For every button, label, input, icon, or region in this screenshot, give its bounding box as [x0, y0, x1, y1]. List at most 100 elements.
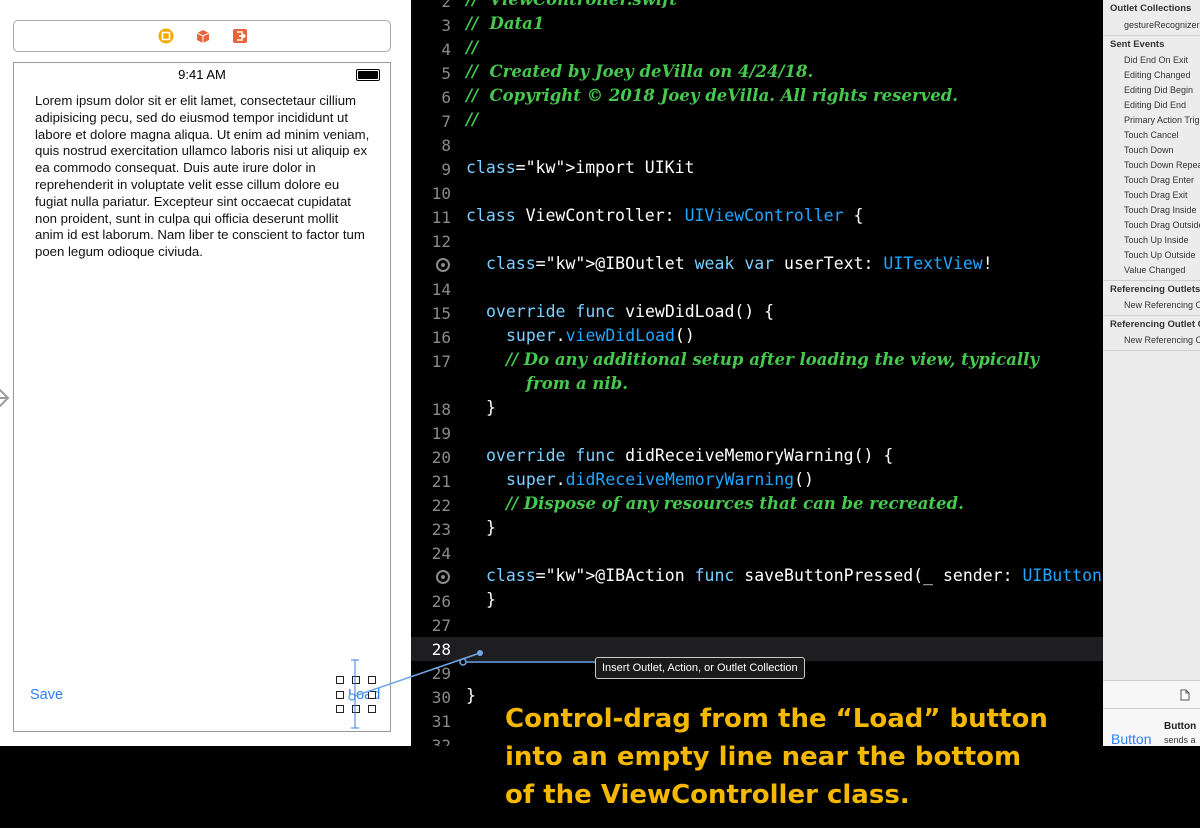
file-template-icon[interactable] [1180, 689, 1190, 701]
line-number: 21 [431, 472, 451, 491]
sent-events-header: Sent Events [1110, 39, 1165, 50]
sent-event-item[interactable]: Touch Drag Exit [1124, 190, 1188, 200]
selection-handle[interactable] [336, 705, 344, 713]
sent-event-item[interactable]: Primary Action Triggered [1124, 115, 1200, 125]
outlet-connection-circle-icon[interactable] [436, 258, 450, 272]
sent-event-item[interactable]: Touch Cancel [1124, 130, 1179, 140]
sent-event-item[interactable]: Touch Up Outside [1124, 250, 1196, 260]
action-connection-circle-icon[interactable] [436, 570, 450, 584]
code-line-iboutlet: class="kw">@IBOutlet weak var userText: … [486, 254, 993, 273]
outlet-collections-header: Outlet Collections [1110, 3, 1192, 14]
tutorial-caption: Control-drag from the “Load” button into… [505, 700, 1105, 814]
exit-icon[interactable] [232, 28, 248, 44]
divider [1103, 280, 1200, 281]
new-referencing-outlet[interactable]: New Referencing Outlet [1124, 300, 1200, 310]
caption-line: Control-drag from the “Load” button [505, 704, 1048, 734]
connections-inspector: Outlet Collections gestureRecognizers Se… [1103, 0, 1200, 746]
line-number: 11 [431, 208, 451, 227]
new-referencing-outlet-collection[interactable]: New Referencing Outlet Collection [1124, 335, 1200, 345]
line-number-current: 28 [431, 640, 451, 659]
code-line-brace: } [486, 398, 496, 417]
sent-event-item[interactable]: Touch Drag Enter [1124, 175, 1194, 185]
line-number: 3 [441, 16, 451, 35]
sent-event-item[interactable]: Touch Down Repeat [1124, 160, 1200, 170]
code-line-comment: // Copyright © 2018 Joey deVilla. All ri… [466, 86, 959, 105]
sent-event-item[interactable]: Value Changed [1124, 265, 1185, 275]
line-number: 16 [431, 328, 451, 347]
line-number: 15 [431, 304, 451, 323]
code-line-comment: // ViewController.swift [466, 0, 677, 9]
library-item-title: Button [1164, 721, 1197, 732]
line-number: 17 [431, 352, 451, 371]
referencing-outlets-header: Referencing Outlets [1110, 284, 1200, 295]
sent-event-item[interactable]: Did End On Exit [1124, 55, 1188, 65]
selection-handle[interactable] [352, 705, 360, 713]
sent-event-item[interactable]: Touch Drag Outside [1124, 220, 1200, 230]
line-number: 24 [431, 544, 451, 563]
object-library-panel: Button Button sends a [1103, 680, 1200, 746]
code-line-comment: // Dispose of any resources that can be … [506, 494, 964, 513]
line-number: 27 [431, 616, 451, 635]
divider [1103, 708, 1200, 709]
sent-event-item[interactable]: Touch Down [1124, 145, 1174, 155]
sent-event-item[interactable]: Editing Changed [1124, 70, 1191, 80]
user-text-view[interactable]: Lorem ipsum dolor sit er elit lamet, con… [35, 93, 370, 261]
code-line-brace: } [486, 518, 496, 537]
line-number: 10 [431, 184, 451, 203]
selection-handle[interactable] [336, 676, 344, 684]
initial-view-controller-arrow-icon [0, 388, 10, 408]
view-controller-icon[interactable] [158, 28, 174, 44]
line-number: 23 [431, 520, 451, 539]
code-line-import: class="kw">import UIKit [466, 158, 695, 177]
first-responder-icon[interactable] [195, 28, 211, 44]
selection-handle[interactable] [368, 705, 376, 713]
code-line-comment: // Created by Joey deVilla on 4/24/18. [466, 62, 814, 81]
code-line-comment: // Data1 [466, 14, 545, 33]
line-number: 30 [431, 688, 451, 707]
line-number: 2 [441, 0, 451, 11]
line-number: 32 [431, 736, 451, 746]
line-number: 9 [441, 160, 451, 179]
line-number: 4 [441, 40, 451, 59]
sent-event-item[interactable]: Touch Up Inside [1124, 235, 1189, 245]
line-number: 7 [441, 112, 451, 131]
divider [1103, 350, 1200, 351]
code-line-viewdidload: override func viewDidLoad() { [486, 302, 775, 321]
line-number: 31 [431, 712, 451, 731]
selection-handle[interactable] [368, 676, 376, 684]
code-line-comment: // [466, 38, 479, 57]
line-number: 18 [431, 400, 451, 419]
library-item-description: sends a [1164, 735, 1196, 745]
code-line-comment: // Do any additional setup after loading… [506, 350, 1040, 369]
sent-event-item[interactable]: Editing Did Begin [1124, 85, 1193, 95]
line-number: 19 [431, 424, 451, 443]
selection-handle[interactable] [352, 676, 360, 684]
line-number: 22 [431, 496, 451, 515]
code-line-super-viewdidload: super.viewDidLoad() [506, 326, 695, 345]
code-line-super-memory-warning: super.didReceiveMemoryWarning() [506, 470, 814, 489]
outlet-collection-item[interactable]: gestureRecognizers [1124, 20, 1200, 30]
line-number: 8 [441, 136, 451, 155]
divider [1103, 35, 1200, 36]
code-editor[interactable]: 2 3 4 5 6 7 8 9 10 11 12 14 15 16 17 18 … [411, 0, 1103, 746]
status-bar-time: 9:41 AM [178, 67, 226, 82]
code-line-memory-warning: override func didReceiveMemoryWarning() … [486, 446, 894, 465]
code-line-class-declaration: class ViewController: UIViewController { [466, 206, 864, 225]
code-line-ibaction: class="kw">@IBAction func saveButtonPres… [486, 566, 1103, 585]
sent-event-item[interactable]: Touch Drag Inside [1124, 205, 1197, 215]
save-button[interactable]: Save [30, 687, 63, 703]
view-controller-scene: 9:41 AM Lorem ipsum dolor sit er elit la… [13, 62, 391, 732]
sent-event-item[interactable]: Editing Did End [1124, 100, 1186, 110]
line-number: 5 [441, 64, 451, 83]
selection-handle[interactable] [368, 691, 376, 699]
caption-line: into an empty line near the bottom [505, 742, 1022, 772]
insert-outlet-tooltip: Insert Outlet, Action, or Outlet Collect… [595, 657, 805, 679]
code-line-brace: } [486, 590, 496, 609]
line-number: 29 [431, 664, 451, 683]
code-line-comment: from a nib. [526, 374, 628, 393]
line-number: 12 [431, 232, 451, 251]
line-number: 6 [441, 88, 451, 107]
library-button-preview[interactable]: Button [1111, 731, 1151, 746]
selection-handle[interactable] [336, 691, 344, 699]
line-number: 20 [431, 448, 451, 467]
